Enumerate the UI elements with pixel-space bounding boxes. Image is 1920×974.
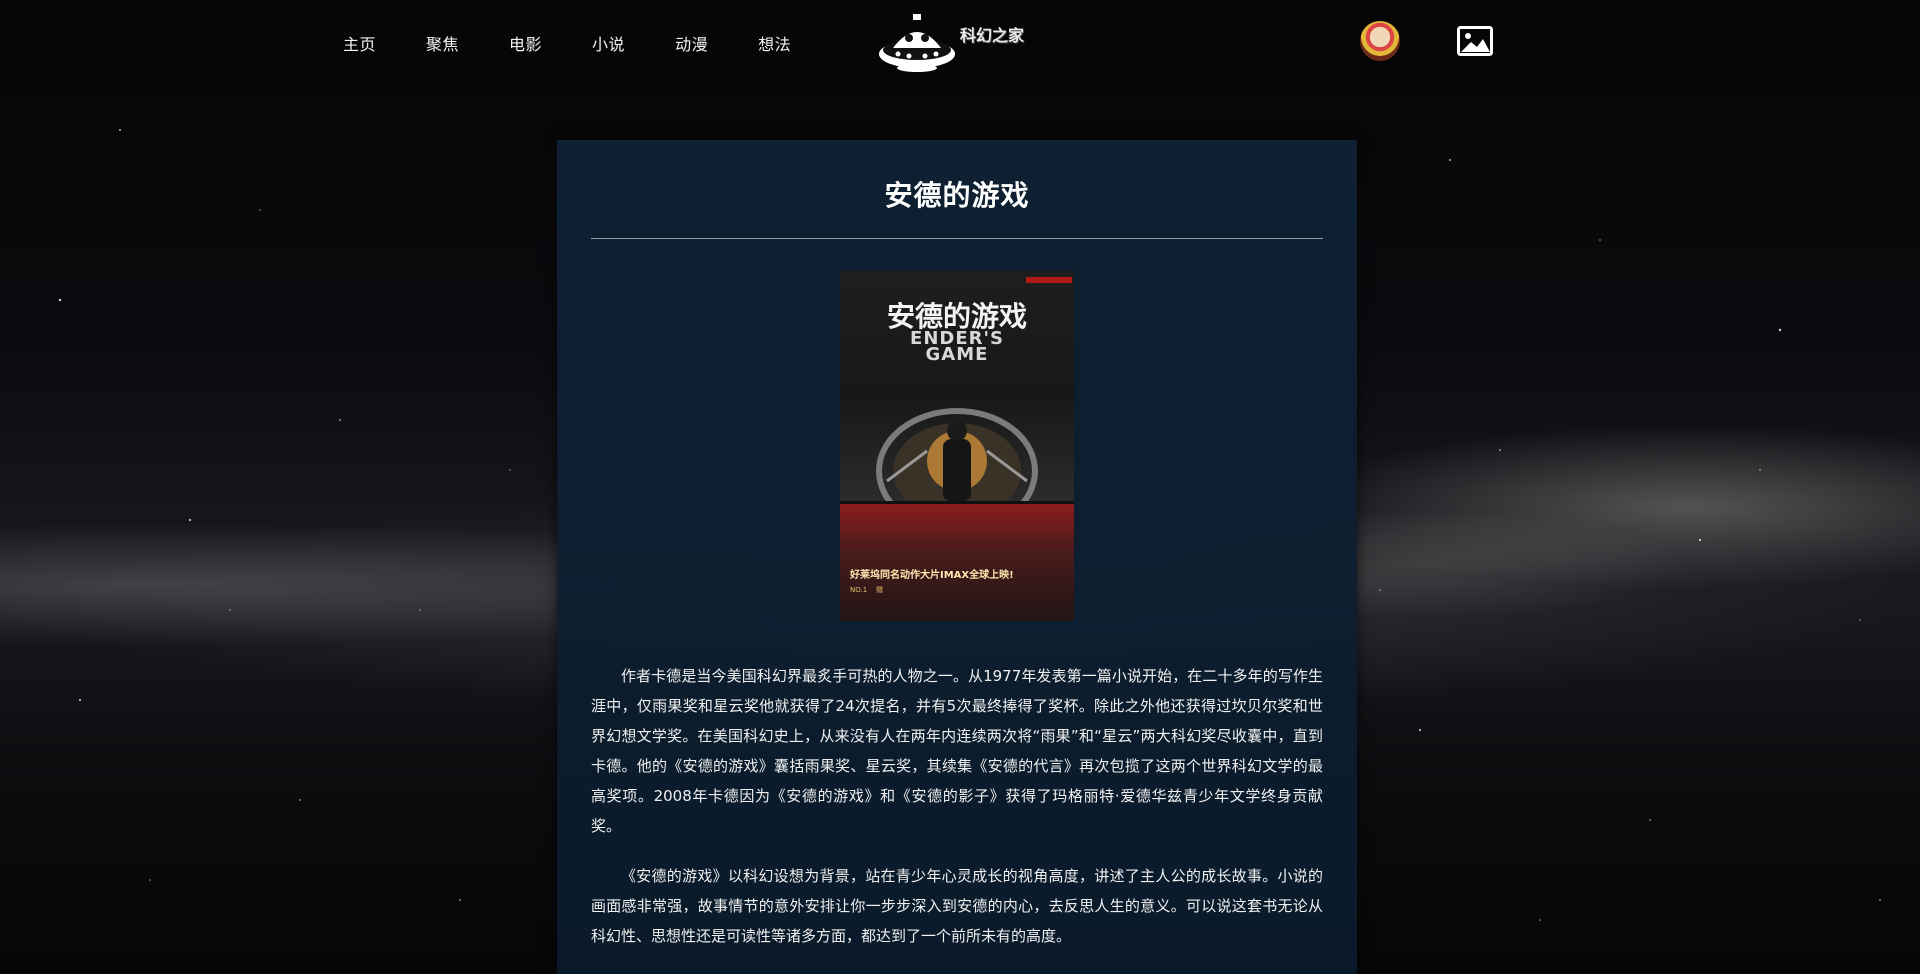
cover-banner-badge: 赠 <box>876 586 884 594</box>
top-navigation: 主页 聚焦 电影 小说 动漫 想法 科幻之家 <box>0 0 1920 86</box>
cover-title-en-line2: GAME <box>925 344 989 365</box>
cover-banner-rank: NO.1 <box>850 586 868 594</box>
title-divider <box>591 238 1323 239</box>
article-paragraph-2: 《安德的游戏》以科幻设想为背景，站在青少年心灵成长的视角高度，讲述了主人公的成长… <box>591 867 1323 945</box>
cover-art-figure <box>876 408 1038 501</box>
article-title: 安德的游戏 <box>884 179 1030 212</box>
article-panel: 安德的游戏 安德的游戏 ENDER'S GAME 好莱坞同名动作大片IMAX全球… <box>557 140 1357 974</box>
nav-link-focus[interactable]: 聚焦 <box>426 31 459 55</box>
nav-link-novels[interactable]: 小说 <box>592 31 625 55</box>
cover-title-en: ENDER'S GAME <box>840 330 1074 365</box>
nav-link-anime[interactable]: 动漫 <box>675 31 708 55</box>
nav-link-movies[interactable]: 电影 <box>509 31 542 55</box>
logo-text: 科幻之家 <box>960 26 1025 45</box>
article-content: 作者卡德是当今美国科幻界最炙手可热的人物之一。从1977年发表第一篇小说开始，在… <box>591 661 1323 971</box>
ufo-icon <box>879 14 955 72</box>
article-paragraph-1: 作者卡德是当今美国科幻界最炙手可热的人物之一。从1977年发表第一篇小说开始，在… <box>591 667 1323 835</box>
image-icon[interactable] <box>1457 26 1493 56</box>
cover-tag <box>1026 277 1072 283</box>
cover-banner-sub: NO.1 赠 <box>850 584 1064 596</box>
nav-links: 主页 聚焦 电影 小说 动漫 想法 <box>343 31 841 55</box>
cover-top: 安德的游戏 ENDER'S GAME <box>840 271 1074 501</box>
cover-banner-headline: 好莱坞同名动作大片IMAX全球上映! <box>850 570 1014 581</box>
nav-link-ideas[interactable]: 想法 <box>758 31 791 55</box>
user-avatar[interactable] <box>1360 21 1400 61</box>
site-logo[interactable]: 科幻之家 <box>876 8 1024 74</box>
cover-banner: 好莱坞同名动作大片IMAX全球上映! NO.1 赠 <box>840 504 1074 621</box>
nav-link-home[interactable]: 主页 <box>343 31 376 55</box>
book-cover-image: 安德的游戏 ENDER'S GAME 好莱坞同名动作大片IMAX全球上映! NO… <box>840 271 1074 621</box>
